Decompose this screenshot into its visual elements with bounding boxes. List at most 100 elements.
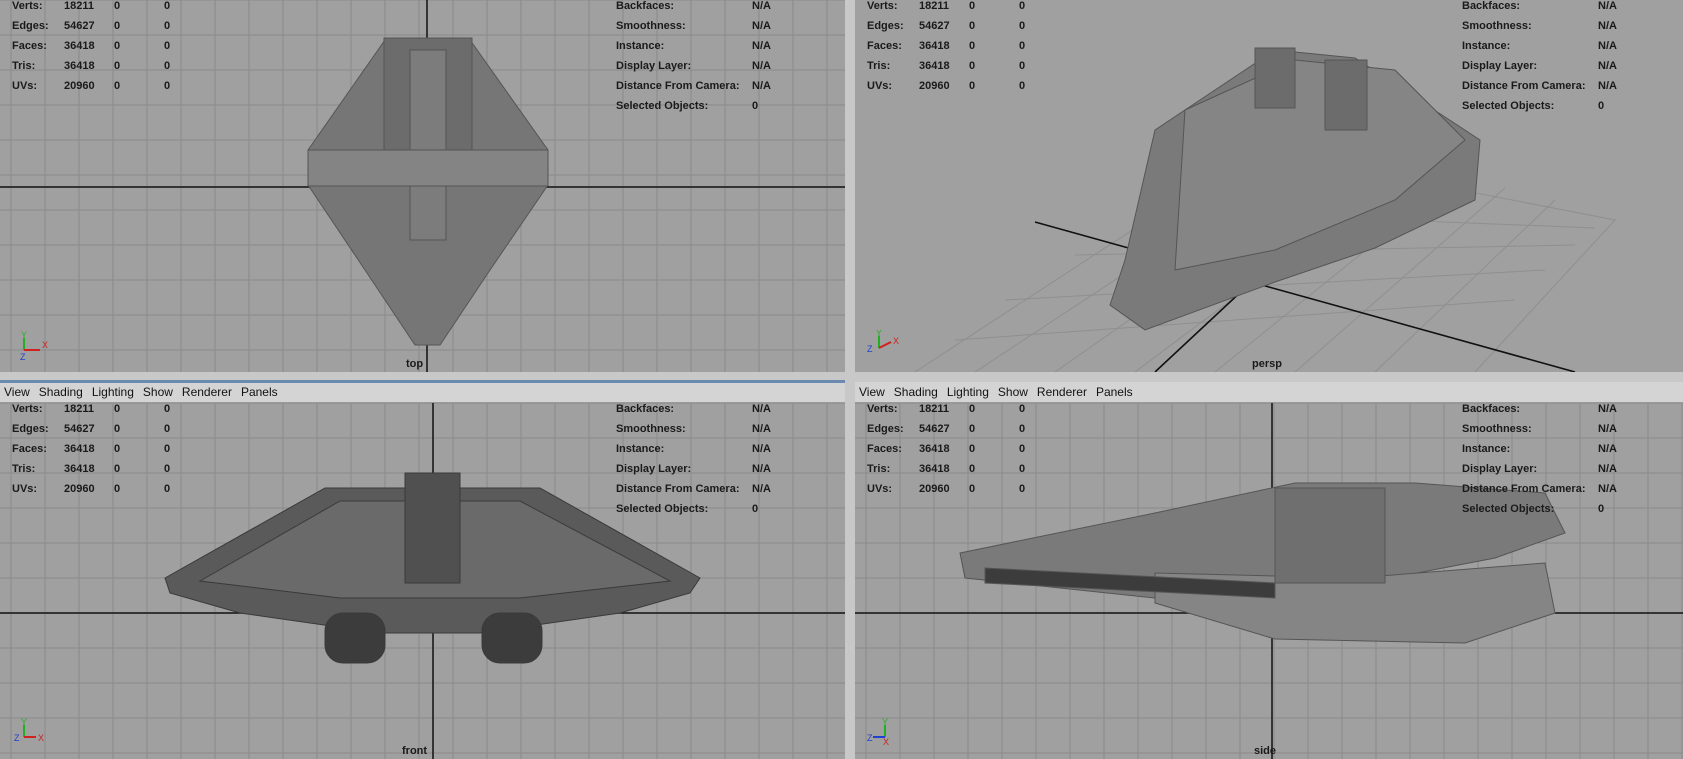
- hud-info-row: Display Layer: N/A: [616, 459, 792, 479]
- menu-view[interactable]: View: [855, 385, 890, 399]
- menu-shading[interactable]: Shading: [35, 385, 88, 399]
- svg-text:Z: Z: [20, 352, 26, 360]
- hud-stat-value: 0: [969, 443, 976, 455]
- hud-info-value: N/A: [1598, 60, 1617, 72]
- hud-stat-value: 18211: [64, 403, 94, 415]
- viewport-side[interactable]: Verts: 18211 0 0 Edges: 54627 0 0 Faces: 36418 0 0 T…: [855, 403, 1683, 759]
- hud-info-row: Selected Objects: 0: [616, 96, 792, 116]
- menu-view[interactable]: View: [0, 385, 35, 399]
- hud-info-label: Backfaces:: [1462, 403, 1521, 415]
- hud-info-value: 0: [752, 100, 759, 112]
- hud-stat-value: 0: [164, 80, 171, 92]
- hud-stat-value: 0: [969, 403, 976, 415]
- menu-renderer[interactable]: Renderer: [1033, 385, 1092, 399]
- hud-stat-value: 0: [1019, 20, 1026, 32]
- hud-info-label: Display Layer:: [1462, 60, 1538, 72]
- svg-text:Y: Y: [882, 717, 888, 727]
- hud-stat-value: 20960: [919, 80, 950, 92]
- hud-info-value: N/A: [752, 443, 771, 455]
- hud-stat-value: 20960: [64, 80, 95, 92]
- hud-info-label: Distance From Camera:: [616, 80, 740, 92]
- hud-stat-row: Tris: 36418 0 0: [867, 459, 1039, 479]
- hud-info-label: Backfaces:: [1462, 0, 1521, 12]
- ship-model-persp[interactable]: [1109, 47, 1481, 331]
- axis-gizmo: Y Z X: [867, 717, 907, 747]
- hud-info-value: N/A: [752, 423, 771, 435]
- camera-label: top: [406, 358, 424, 370]
- hud-stat-value: 54627: [919, 423, 950, 435]
- viewport-top[interactable]: Verts: 18211 0 0 Edges: 54627 0 0 Faces: 36418 0 0 T…: [0, 0, 845, 372]
- hud-stat-value: 0: [1019, 483, 1026, 495]
- hud-stat-value: 0: [1019, 463, 1026, 475]
- hud-stat-value: 0: [1019, 443, 1026, 455]
- hud-info-row: Distance From Camera: N/A: [1462, 479, 1638, 499]
- hud-stat-row: Verts: 18211 0 0: [12, 399, 184, 419]
- menu-lighting[interactable]: Lighting: [88, 385, 139, 399]
- axis-gizmo: Y X Z: [12, 330, 52, 360]
- hud-info-label: Display Layer:: [616, 463, 692, 475]
- hud-stat-label: Edges:: [867, 423, 904, 435]
- hud-stat-value: 0: [1019, 80, 1026, 92]
- viewport-front[interactable]: Verts: 18211 0 0 Edges: 54627 0 0 Faces: 36418 0 0 T…: [0, 403, 845, 759]
- hud-stat-value: 36418: [919, 463, 950, 475]
- hud-info-row: Selected Objects: 0: [1462, 499, 1638, 519]
- hud-stat-value: 54627: [64, 423, 95, 435]
- hud-info-value: N/A: [1598, 40, 1617, 52]
- menu-shading[interactable]: Shading: [890, 385, 943, 399]
- hud-stat-value: 0: [164, 20, 171, 32]
- hud-info-value: 0: [1598, 100, 1605, 112]
- viewport-panel-persp[interactable]: Verts: 18211 0 0 Edges: 54627 0 0 Faces: 36418 0 0 T…: [855, 0, 1683, 372]
- hud-stat-row: Faces: 36418 0 0: [12, 36, 184, 56]
- hud-stat-value: 0: [114, 443, 121, 455]
- hud-stat-value: 0: [114, 80, 121, 92]
- menu-show[interactable]: Show: [139, 385, 178, 399]
- hud-stat-value: 36418: [64, 463, 95, 475]
- hud-stat-row: Edges: 54627 0 0: [867, 16, 1039, 36]
- menu-show[interactable]: Show: [994, 385, 1033, 399]
- hud-stat-value: 0: [164, 463, 171, 475]
- ship-model-top[interactable]: [307, 37, 549, 346]
- hud-info-label: Display Layer:: [1462, 463, 1538, 475]
- svg-text:X: X: [42, 340, 48, 350]
- hud-stat-value: 0: [114, 483, 121, 495]
- hud-info-row: Display Layer: N/A: [1462, 459, 1638, 479]
- hud-stat-label: Edges:: [867, 20, 904, 32]
- hud-info-value: N/A: [1598, 80, 1617, 92]
- hud-info-label: Selected Objects:: [616, 503, 709, 515]
- hud-stat-value: 0: [1019, 40, 1026, 52]
- hud-info-label: Backfaces:: [616, 403, 675, 415]
- hud-stat-row: UVs: 20960 0 0: [12, 479, 184, 499]
- menu-renderer[interactable]: Renderer: [178, 385, 237, 399]
- hud-info-value: 0: [1598, 503, 1605, 515]
- svg-text:X: X: [38, 733, 44, 743]
- hud-stat-value: 0: [114, 463, 121, 475]
- camera-label: persp: [1252, 358, 1282, 370]
- hud-stat-value: 18211: [919, 0, 949, 12]
- hud-stat-row: Tris: 36418 0 0: [12, 459, 184, 479]
- hud-info-row: Backfaces: N/A: [616, 399, 792, 419]
- hud-object-info: Backfaces: N/A Smoothness: N/A Instance: N/A D…: [1462, 399, 1638, 519]
- menu-panels[interactable]: Panels: [237, 385, 283, 399]
- hud-poly-stats: Verts: 18211 0 0 Edges: 54627 0 0 Faces: 36418 0 0 T…: [867, 399, 1039, 499]
- hud-info-label: Instance:: [616, 443, 665, 455]
- active-pane-indicator: [0, 380, 845, 383]
- svg-text:Y: Y: [21, 330, 27, 340]
- hud-info-value: N/A: [752, 20, 771, 32]
- hud-info-label: Selected Objects:: [616, 100, 709, 112]
- viewport-persp[interactable]: Verts: 18211 0 0 Edges: 54627 0 0 Faces: 36418 0 0 T…: [855, 0, 1683, 372]
- hud-stat-value: 0: [1019, 60, 1026, 72]
- hud-stat-value: 0: [114, 20, 121, 32]
- viewport-panel-side[interactable]: View Shading Lighting Show Renderer Pane…: [855, 382, 1683, 759]
- menu-lighting[interactable]: Lighting: [943, 385, 994, 399]
- hud-stat-value: 0: [969, 20, 976, 32]
- hud-stat-row: Verts: 18211 0 0: [867, 399, 1039, 419]
- hud-stat-label: Verts:: [12, 403, 43, 415]
- hud-info-row: Smoothness: N/A: [1462, 16, 1638, 36]
- menu-panels[interactable]: Panels: [1092, 385, 1138, 399]
- viewport-panel-front[interactable]: View Shading Lighting Show Renderer Pane…: [0, 382, 845, 759]
- hud-info-row: Distance From Camera: N/A: [616, 479, 792, 499]
- viewport-panel-top[interactable]: Verts: 18211 0 0 Edges: 54627 0 0 Faces: 36418 0 0 T…: [0, 0, 845, 372]
- hud-stat-label: Tris:: [12, 60, 36, 72]
- hud-info-row: Display Layer: N/A: [1462, 56, 1638, 76]
- hud-poly-stats: Verts: 18211 0 0 Edges: 54627 0 0 Faces: 36418 0 0 T…: [12, 0, 184, 96]
